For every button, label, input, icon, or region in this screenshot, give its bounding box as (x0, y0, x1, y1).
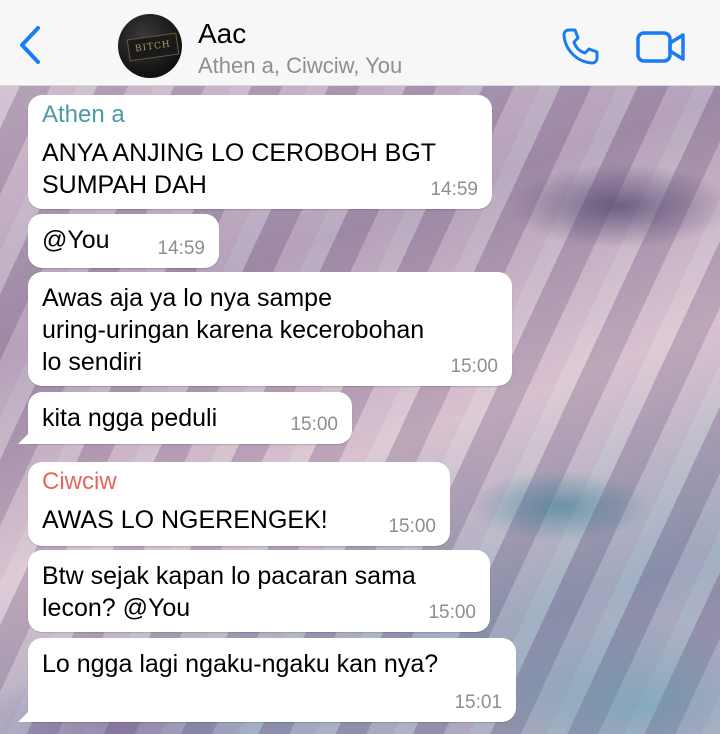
avatar-label: BITCH (134, 39, 172, 55)
message-sender: Athen a (42, 101, 125, 128)
message-bubble[interactable]: Awas aja ya lo nya sampe uring-uringan k… (28, 272, 512, 386)
bubble-tail (18, 430, 32, 444)
message-bubble[interactable]: Lo ngga lagi ngaku-ngaku kan nya? 15:01 (18, 638, 516, 722)
message-text: kita ngga peduli (42, 404, 218, 432)
bubble-tail (18, 708, 32, 722)
message-text: Btw sejak kapan lo pacaran sama lecon? @… (42, 562, 416, 622)
message-sender: Ciwciw (42, 468, 117, 495)
message-time: 14:59 (157, 238, 205, 259)
message-text: Lo ngga lagi ngaku-ngaku kan nya? (42, 650, 439, 678)
chat-header: BITCH Aac Athen a, Ciwciw, You (0, 0, 720, 86)
message-time: 15:01 (454, 692, 502, 713)
message-text: Awas aja ya lo nya sampe uring-uringan k… (42, 284, 425, 376)
message-bubble[interactable]: kita ngga peduli 15:00 (18, 392, 352, 444)
message-time: 15:00 (428, 602, 476, 623)
message-time: 15:00 (290, 414, 338, 435)
message-time: 15:00 (450, 356, 498, 377)
message-time: 14:59 (430, 179, 478, 200)
voice-call-button[interactable] (560, 26, 600, 66)
chat-title[interactable]: Aac (198, 18, 246, 50)
message-bubble[interactable]: Ciwciw AWAS LO NGERENGEK! 15:00 (28, 462, 450, 546)
chat-participants[interactable]: Athen a, Ciwciw, You (198, 53, 402, 79)
message-time: 15:00 (388, 516, 436, 537)
video-camera-icon (636, 31, 685, 63)
message-bubble[interactable]: @You 14:59 (28, 214, 219, 268)
message-text: ANYA ANJING LO CEROBOH BGT SUMPAH DAH (42, 139, 437, 199)
message-bubble[interactable]: Athen a ANYA ANJING LO CEROBOH BGT SUMPA… (28, 95, 492, 209)
message-text: @You (42, 226, 110, 254)
message-bubble[interactable]: Btw sejak kapan lo pacaran sama lecon? @… (28, 550, 490, 632)
video-call-button[interactable] (636, 30, 686, 64)
chevron-left-icon (20, 26, 40, 64)
group-avatar[interactable]: BITCH (118, 14, 182, 78)
phone-icon (562, 28, 599, 65)
message-text: AWAS LO NGERENGEK! (42, 506, 328, 534)
back-button[interactable] (12, 22, 52, 68)
